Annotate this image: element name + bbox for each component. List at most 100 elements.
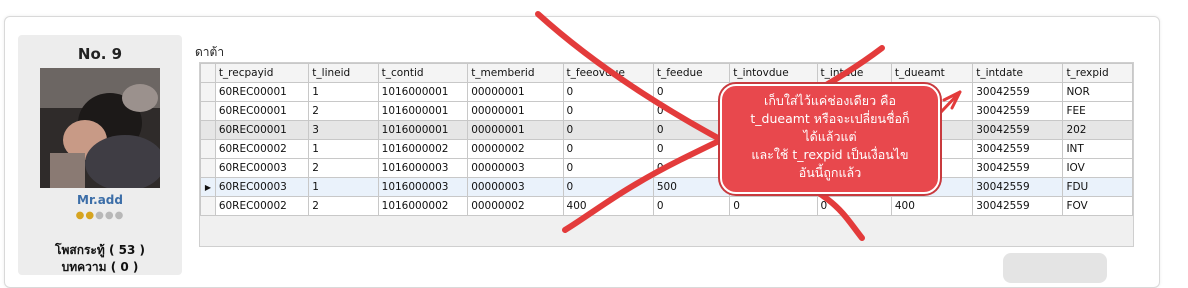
cell[interactable]: 3 [308,120,379,140]
cell[interactable]: 0 [562,139,654,159]
column-header[interactable]: t_intdate [972,63,1064,83]
avatar[interactable] [40,68,160,188]
cell[interactable]: 1 [308,177,379,197]
table-row-current[interactable]: ▶ 60REC00003 1 1016000003 00000003 0 500… [200,177,1133,197]
cell[interactable]: INT [1062,139,1133,159]
cell[interactable]: 0 [652,82,731,102]
cell[interactable]: 500 [652,177,731,197]
cell[interactable]: 1016000002 [377,139,469,159]
cell[interactable]: 60REC00002 [214,196,310,216]
cell[interactable]: 2 [308,196,379,216]
table-row[interactable]: 60REC00003 2 1016000003 00000003 0 0 300… [200,158,1133,178]
table-row[interactable]: 60REC00002 2 1016000002 00000002 400 0 0… [200,196,1133,216]
partial-button[interactable] [1003,253,1107,283]
table-row[interactable]: 60REC00001 3 1016000001 00000001 0 0 300… [200,120,1133,140]
cell[interactable]: 00000002 [467,196,564,216]
data-grid-table: t_recpayid t_lineid t_contid t_memberid … [200,63,1133,216]
column-header[interactable]: t_feeovdue [562,63,654,83]
cell[interactable]: 1 [308,139,379,159]
cell[interactable]: FDU [1062,177,1133,197]
column-header[interactable]: t_dueamt [890,63,974,83]
cell[interactable]: 1016000003 [377,158,469,178]
cell[interactable]: 30042559 [972,120,1064,140]
cell[interactable]: 30042559 [972,101,1064,121]
cell[interactable]: 30042559 [972,158,1064,178]
cell[interactable]: 00000001 [467,120,564,140]
row-header[interactable] [200,196,216,216]
current-row-indicator-icon[interactable]: ▶ [200,177,216,197]
cell[interactable]: 0 [729,196,818,216]
row-header[interactable] [200,139,216,159]
cell[interactable]: FOV [1062,196,1133,216]
user-info-panel: No. 9 Mr.add ●●●●● โพสกระทู้ ( 53 ) บทคว… [18,35,182,275]
cell[interactable]: 00000001 [467,82,564,102]
cell[interactable]: 30042559 [972,82,1064,102]
cell[interactable]: 1016000003 [377,177,469,197]
callout-line: ได้แล้วแต่ [803,129,857,144]
medal-icon: ● [95,210,105,221]
cell[interactable]: IOV [1062,158,1133,178]
column-header[interactable]: t_feedue [652,63,731,83]
cell[interactable]: 0 [562,177,654,197]
cell[interactable]: 60REC00003 [214,158,310,178]
cell[interactable]: 0 [652,196,731,216]
cell[interactable]: NOR [1062,82,1133,102]
cell[interactable]: 2 [308,158,379,178]
cell[interactable]: 1016000001 [377,120,469,140]
cell[interactable]: 400 [562,196,654,216]
cell[interactable]: 0 [562,101,654,121]
column-header[interactable]: t_rexpid [1062,63,1133,83]
medal-icon: ● [85,210,96,221]
cell[interactable]: 1016000001 [377,82,469,102]
cell[interactable]: 202 [1062,120,1133,140]
cell[interactable]: 00000003 [467,177,564,197]
cell[interactable]: 60REC00001 [214,101,310,121]
table-row[interactable]: 60REC00001 1 1016000001 00000001 0 0 300… [200,82,1133,102]
grid-header-row: t_recpayid t_lineid t_contid t_memberid … [200,63,1133,83]
cell[interactable]: 0 [816,196,892,216]
cell[interactable]: FEE [1062,101,1133,121]
column-header[interactable]: t_recpayid [214,63,310,83]
medal-icon: ● [75,210,86,221]
callout-line: อันนี้ถูกแล้ว [798,165,862,180]
callout-line: เก็บใส่ไว้แค่ช่องเดียว คือ [764,93,896,108]
table-row[interactable]: 60REC00002 1 1016000002 00000002 0 0 300… [200,139,1133,159]
rank-icons: ●●●●● [18,210,182,221]
cell[interactable]: 60REC00001 [214,82,310,102]
data-grid-view[interactable]: t_recpayid t_lineid t_contid t_memberid … [199,62,1134,247]
cell[interactable]: 1016000001 [377,101,469,121]
cell[interactable]: 30042559 [972,196,1064,216]
cell[interactable]: 30042559 [972,139,1064,159]
cell[interactable]: 00000002 [467,139,564,159]
username-link[interactable]: Mr.add [18,193,182,207]
cell[interactable]: 0 [562,158,654,178]
cell[interactable]: 60REC00002 [214,139,310,159]
cell[interactable]: 0 [652,139,731,159]
cell[interactable]: 2 [308,101,379,121]
column-header[interactable]: t_intovdue [729,63,818,83]
cell[interactable]: 30042559 [972,177,1064,197]
cell[interactable]: 0 [652,120,731,140]
cell[interactable]: 0 [562,120,654,140]
column-header[interactable]: t_contid [377,63,469,83]
cell[interactable]: 1016000002 [377,196,469,216]
cell[interactable]: 60REC00003 [214,177,310,197]
column-header[interactable]: t_memberid [467,63,564,83]
row-header[interactable] [200,158,216,178]
medal-icon: ● [114,210,125,221]
annotation-callout: เก็บใส่ไว้แค่ช่องเดียว คือ t_dueamt หรือ… [720,84,940,194]
row-header[interactable] [200,82,216,102]
cell[interactable]: 00000001 [467,101,564,121]
cell[interactable]: 1 [308,82,379,102]
cell[interactable]: 00000003 [467,158,564,178]
cell[interactable]: 0 [652,158,731,178]
cell[interactable]: 60REC00001 [214,120,310,140]
column-header[interactable]: t_lineid [308,63,379,83]
table-row[interactable]: 60REC00001 2 1016000001 00000001 0 0 300… [200,101,1133,121]
row-header[interactable] [200,120,216,140]
cell[interactable]: 0 [652,101,731,121]
cell[interactable]: 0 [562,82,654,102]
row-header[interactable] [200,101,216,121]
cell[interactable]: 400 [890,196,974,216]
column-header[interactable]: t_intdue [816,63,892,83]
